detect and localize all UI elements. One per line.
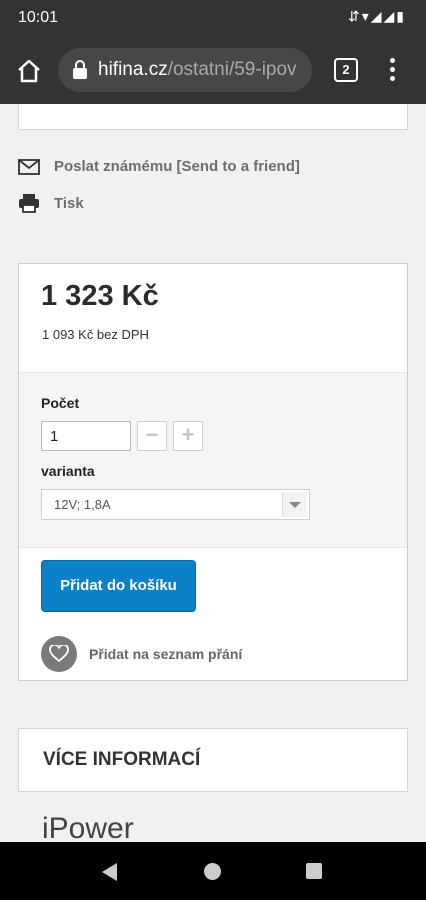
product-options: Počet 1 − + varianta 12V; 1,8A: [19, 372, 407, 548]
lock-icon: [73, 60, 87, 79]
quantity-input[interactable]: 1: [41, 421, 131, 451]
url-path: /ostatni/59-ipov: [167, 59, 297, 80]
wishlist-label: Přidat na seznam přání: [89, 646, 243, 662]
url-text: hifina.cz/ostatni/59-ipov: [98, 59, 297, 81]
home-circle-icon[interactable]: [204, 863, 221, 880]
address-bar[interactable]: hifina.cz/ostatni/59-ipov: [58, 48, 312, 92]
send-to-friend-link[interactable]: Poslat známému [Send to a friend]: [18, 158, 300, 175]
more-info-title: VÍCE INFORMACÍ: [43, 749, 201, 770]
status-time: 10:01: [18, 9, 59, 26]
back-icon[interactable]: [102, 863, 117, 881]
chevron-down-icon: [282, 492, 307, 517]
status-bar: 10:01 ⇵▾◢◢▮: [0, 0, 426, 36]
system-nav-bar: [0, 842, 426, 900]
browser-toolbar: hifina.cz/ostatni/59-ipov 2: [0, 36, 426, 104]
recent-apps-icon[interactable]: [306, 863, 322, 879]
status-icons: ⇵▾◢◢▮: [348, 8, 406, 24]
add-to-wishlist-link[interactable]: Přidat na seznam přání: [41, 636, 242, 672]
tab-switcher-button[interactable]: 2: [334, 58, 358, 82]
buy-box: 1 323 Kč 1 093 Kč bez DPH Počet 1 − + va…: [18, 263, 408, 681]
print-label: Tisk: [54, 194, 84, 212]
overflow-menu-icon[interactable]: [388, 58, 396, 84]
add-to-cart-button[interactable]: Přidat do košíku: [41, 560, 196, 612]
heart-icon: [41, 636, 77, 672]
brand-name: iPower: [42, 812, 134, 842]
send-to-friend-label: Poslat známému [Send to a friend]: [54, 158, 300, 175]
quantity-decrease-button[interactable]: −: [137, 421, 167, 451]
page-content: Poslat známému [Send to a friend] Tisk 1…: [0, 104, 426, 842]
home-icon[interactable]: [16, 58, 42, 84]
more-info-section: VÍCE INFORMACÍ: [18, 728, 408, 792]
quantity-label: Počet: [41, 395, 80, 411]
quantity-increase-button[interactable]: +: [173, 421, 203, 451]
print-link[interactable]: Tisk: [18, 193, 84, 213]
price: 1 323 Kč: [41, 280, 159, 312]
previous-panel: [18, 104, 408, 130]
variant-selected-value: 12V; 1,8A: [54, 497, 111, 512]
price-without-vat: 1 093 Kč bez DPH: [42, 327, 149, 342]
url-host: hifina.cz: [98, 59, 168, 80]
variant-select[interactable]: 12V; 1,8A: [41, 489, 310, 520]
envelope-icon: [18, 158, 40, 175]
printer-icon: [19, 194, 39, 213]
variant-label: varianta: [41, 463, 95, 479]
